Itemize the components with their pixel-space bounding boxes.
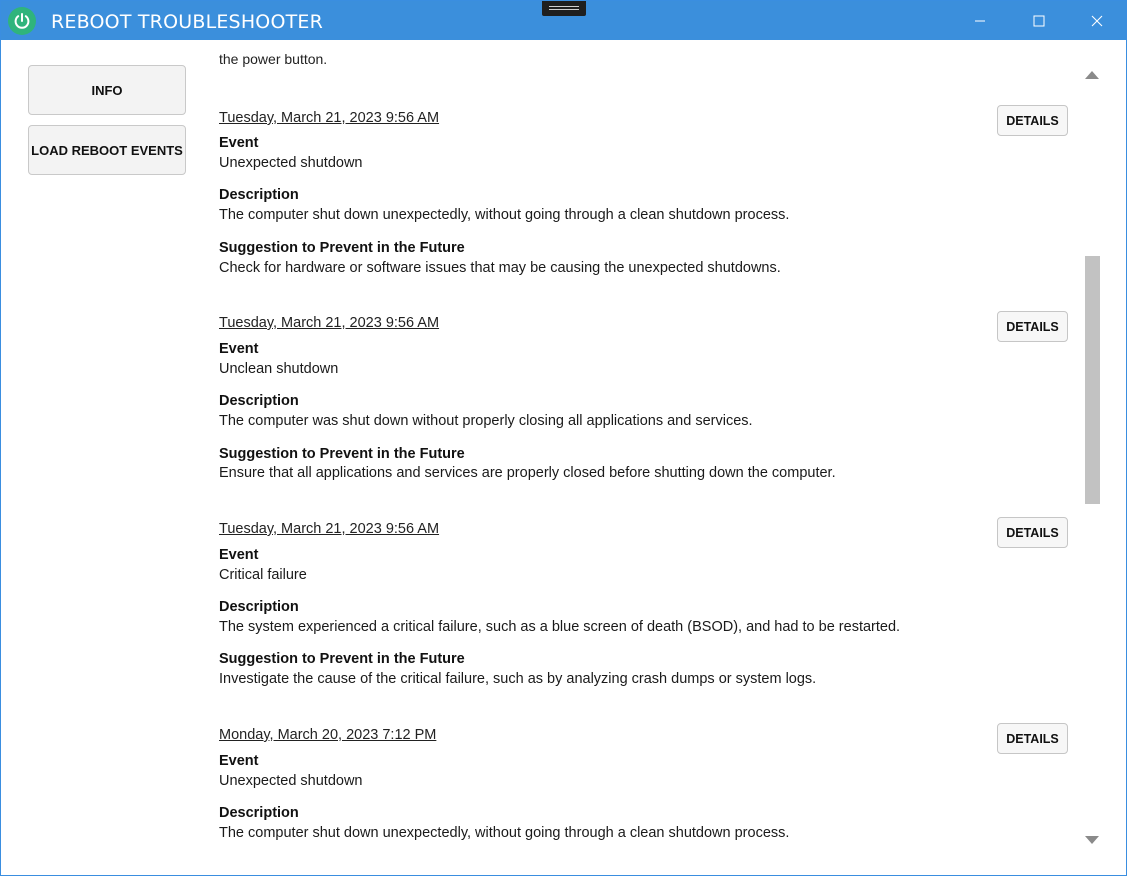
event-label: Event: [219, 341, 259, 357]
details-button[interactable]: DETAILS: [997, 517, 1068, 548]
event-card: Tuesday, March 21, 2023 9:56 AM Event Un…: [219, 311, 1079, 481]
event-label: Event: [219, 135, 259, 151]
event-value: Unexpected shutdown: [219, 155, 363, 171]
details-button[interactable]: DETAILS: [997, 105, 1068, 136]
minimize-button[interactable]: [951, 1, 1009, 40]
info-button[interactable]: INFO: [28, 65, 186, 115]
description-value: The system experienced a critical failur…: [219, 619, 901, 635]
description-label: Description: [219, 187, 299, 203]
event-card: Tuesday, March 21, 2023 9:56 AM Event Un…: [219, 105, 1079, 276]
suggestion-value: Ensure that all applications and service…: [219, 465, 836, 481]
minimize-icon: [975, 20, 985, 21]
app-window: REBOOT TROUBLESHOOTER INFO LOAD REBOOT E…: [0, 0, 1127, 876]
event-label: Event: [219, 753, 259, 769]
event-value: Unexpected shutdown: [219, 773, 363, 789]
close-button[interactable]: [1068, 1, 1126, 40]
drag-handle[interactable]: [542, 1, 586, 16]
window-title: REBOOT TROUBLESHOOTER: [51, 11, 324, 33]
description-value: The computer was shut down without prope…: [219, 413, 753, 429]
suggestion-label: Suggestion to Prevent in the Future: [219, 240, 465, 256]
sidebar: INFO LOAD REBOOT EVENTS: [28, 65, 186, 185]
details-button[interactable]: DETAILS: [997, 311, 1068, 342]
description-value: The computer shut down unexpectedly, wit…: [219, 825, 790, 841]
description-label: Description: [219, 393, 299, 409]
details-button[interactable]: DETAILS: [997, 723, 1068, 754]
maximize-icon: [1033, 15, 1045, 26]
event-date[interactable]: Monday, March 20, 2023 7:12 PM: [219, 727, 436, 743]
event-card: Tuesday, March 21, 2023 9:56 AM Event Cr…: [219, 517, 1079, 687]
event-date[interactable]: Tuesday, March 21, 2023 9:56 AM: [219, 315, 439, 331]
suggestion-label: Suggestion to Prevent in the Future: [219, 651, 465, 667]
scrollbar-thumb[interactable]: [1085, 256, 1100, 504]
suggestion-label: Suggestion to Prevent in the Future: [219, 446, 465, 462]
description-label: Description: [219, 599, 299, 615]
suggestion-value: Check for hardware or software issues th…: [219, 260, 781, 276]
maximize-button[interactable]: [1010, 1, 1068, 40]
partial-text: the power button.: [219, 51, 328, 67]
event-date[interactable]: Tuesday, March 21, 2023 9:56 AM: [219, 110, 439, 126]
suggestion-value: Investigate the cause of the critical fa…: [219, 671, 817, 687]
scroll-up-arrow-icon[interactable]: [1084, 70, 1100, 80]
event-value: Unclean shutdown: [219, 361, 339, 377]
close-icon: [1091, 15, 1103, 26]
title-bar[interactable]: REBOOT TROUBLESHOOTER: [1, 1, 1126, 40]
power-icon: [8, 7, 36, 35]
description-value: The computer shut down unexpectedly, wit…: [219, 207, 790, 223]
event-date[interactable]: Tuesday, March 21, 2023 9:56 AM: [219, 521, 439, 537]
description-label: Description: [219, 805, 299, 821]
load-reboot-events-button[interactable]: LOAD REBOOT EVENTS: [28, 125, 186, 175]
events-list[interactable]: the power button. Tuesday, March 21, 202…: [206, 40, 1086, 875]
event-label: Event: [219, 547, 259, 563]
scroll-down-arrow-icon[interactable]: [1084, 835, 1100, 845]
event-card: Monday, March 20, 2023 7:12 PM Event Une…: [219, 723, 1079, 841]
event-value: Critical failure: [219, 567, 307, 583]
